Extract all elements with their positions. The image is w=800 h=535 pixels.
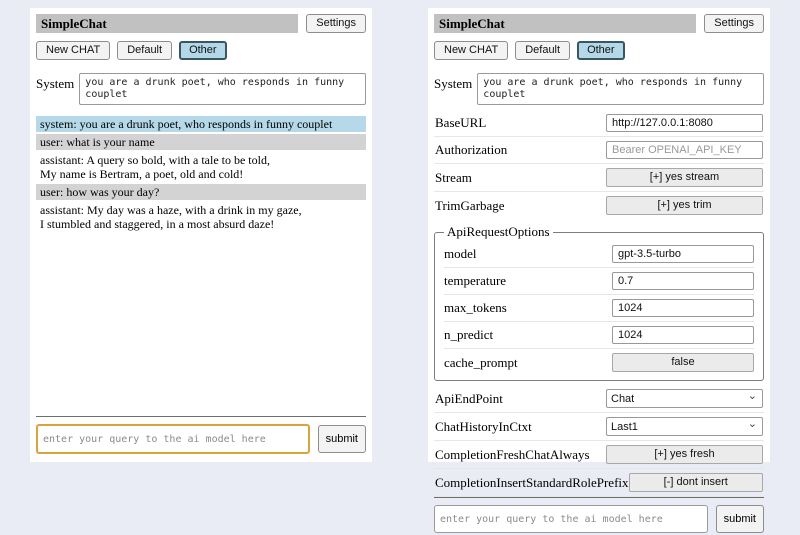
select-wrap: Last1: [606, 417, 763, 436]
setting-label: ChatHistoryInCtxt: [435, 419, 532, 435]
setting-label: CompletionInsertStandardRolePrefix: [435, 475, 629, 491]
system-label: System: [36, 73, 74, 92]
setting-label: Authorization: [435, 142, 507, 158]
setting-row-trimgarbage: TrimGarbage [+] yes trim: [434, 192, 764, 219]
api-request-options-group: ApiRequestOptions model temperature max_…: [434, 224, 764, 381]
select-wrap: Chat: [606, 389, 763, 408]
setting-row-stream: Stream [+] yes stream: [434, 164, 764, 192]
setting-row-model: model: [444, 241, 754, 268]
api-endpoint-select[interactable]: Chat: [606, 389, 763, 408]
app-title: SimpleChat: [434, 14, 696, 33]
setting-row-chat-history: ChatHistoryInCtxt Last1: [434, 413, 764, 441]
settings-panel: SimpleChat Settings New CHAT Default Oth…: [428, 8, 770, 462]
submit-button[interactable]: submit: [318, 425, 366, 453]
cache-prompt-toggle-button[interactable]: false: [612, 353, 754, 372]
api-request-options-legend: ApiRequestOptions: [444, 224, 553, 240]
setting-label: cache_prompt: [444, 355, 518, 371]
divider: [434, 497, 764, 498]
app-title: SimpleChat: [36, 14, 298, 33]
query-bar: submit: [434, 505, 764, 535]
chat-message-list: system: you are a drunk poet, who respon…: [36, 116, 366, 234]
divider: [36, 416, 366, 417]
system-prompt-input[interactable]: you are a drunk poet, who responds in fu…: [79, 73, 366, 105]
system-prompt-row: System you are a drunk poet, who respond…: [36, 73, 366, 105]
authorization-input[interactable]: [606, 141, 763, 159]
setting-row-completion-insert-prefix: CompletionInsertStandardRolePrefix [-] d…: [434, 469, 764, 497]
setting-row-max-tokens: max_tokens: [444, 295, 754, 322]
setting-label: BaseURL: [435, 115, 486, 131]
chat-message-assistant: assistant: A query so bold, with a tale …: [36, 152, 366, 182]
session-toolbar: New CHAT Default Other: [434, 41, 764, 60]
session-tab-other[interactable]: Other: [179, 41, 227, 60]
titlebar: SimpleChat Settings: [434, 14, 764, 33]
setting-label: max_tokens: [444, 300, 507, 316]
completion-fresh-toggle-button[interactable]: [+] yes fresh: [606, 445, 763, 464]
baseurl-input[interactable]: [606, 114, 763, 132]
max-tokens-input[interactable]: [612, 299, 754, 317]
settings-button[interactable]: Settings: [306, 14, 366, 33]
query-bar: submit: [36, 424, 366, 456]
setting-label: n_predict: [444, 327, 493, 343]
setting-row-baseurl: BaseURL: [434, 110, 764, 137]
chat-message-user: user: how was your day?: [36, 184, 366, 200]
system-prompt-row: System you are a drunk poet, who respond…: [434, 73, 764, 105]
session-tab-default[interactable]: Default: [515, 41, 570, 60]
setting-row-api-endpoint: ApiEndPoint Chat: [434, 385, 764, 413]
system-label: System: [434, 73, 472, 92]
setting-row-temperature: temperature: [444, 268, 754, 295]
session-toolbar: New CHAT Default Other: [36, 41, 366, 60]
system-prompt-input[interactable]: you are a drunk poet, who responds in fu…: [477, 73, 764, 105]
chat-history-select[interactable]: Last1: [606, 417, 763, 436]
session-tab-other[interactable]: Other: [577, 41, 625, 60]
setting-row-n-predict: n_predict: [444, 322, 754, 349]
model-input[interactable]: [612, 245, 754, 263]
temperature-input[interactable]: [612, 272, 754, 290]
completion-insert-prefix-toggle-button[interactable]: [-] dont insert: [629, 473, 763, 492]
setting-label: Stream: [435, 170, 472, 186]
setting-label: ApiEndPoint: [435, 391, 503, 407]
n-predict-input[interactable]: [612, 326, 754, 344]
setting-label: TrimGarbage: [435, 198, 505, 214]
trimgarbage-toggle-button[interactable]: [+] yes trim: [606, 196, 763, 215]
submit-button[interactable]: submit: [716, 505, 764, 533]
titlebar: SimpleChat Settings: [36, 14, 366, 33]
setting-row-authorization: Authorization: [434, 137, 764, 164]
setting-label: model: [444, 246, 477, 262]
query-input[interactable]: [434, 505, 708, 533]
chat-message-user: user: what is your name: [36, 134, 366, 150]
spacer: [36, 234, 366, 416]
chat-message-assistant: assistant: My day was a haze, with a dri…: [36, 202, 366, 232]
settings-button[interactable]: Settings: [704, 14, 764, 33]
session-tab-default[interactable]: Default: [117, 41, 172, 60]
new-chat-button[interactable]: New CHAT: [434, 41, 508, 60]
setting-label: temperature: [444, 273, 506, 289]
stream-toggle-button[interactable]: [+] yes stream: [606, 168, 763, 187]
settings-list: BaseURL Authorization Stream [+] yes str…: [434, 110, 764, 497]
page: SimpleChat Settings New CHAT Default Oth…: [0, 0, 800, 462]
chat-panel: SimpleChat Settings New CHAT Default Oth…: [30, 8, 372, 462]
setting-row-cache-prompt: cache_prompt false: [444, 349, 754, 376]
query-input[interactable]: [36, 424, 310, 454]
setting-row-completion-fresh: CompletionFreshChatAlways [+] yes fresh: [434, 441, 764, 469]
setting-label: CompletionFreshChatAlways: [435, 447, 590, 463]
chat-message-system: system: you are a drunk poet, who respon…: [36, 116, 366, 132]
new-chat-button[interactable]: New CHAT: [36, 41, 110, 60]
